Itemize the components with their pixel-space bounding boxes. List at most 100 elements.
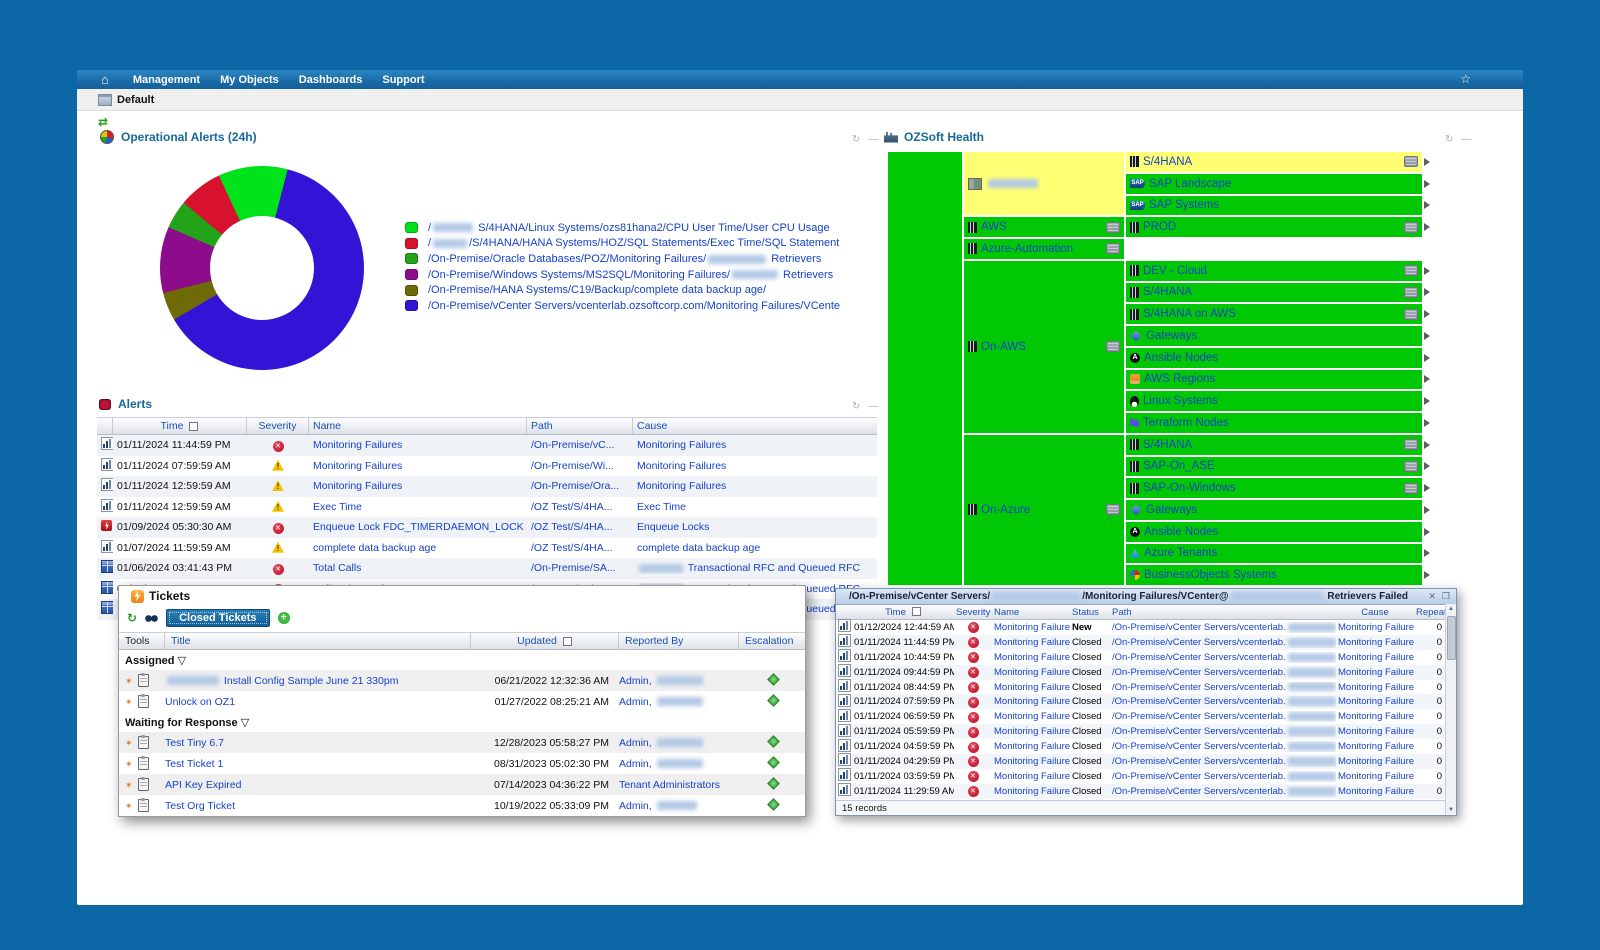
expand-arrow[interactable] bbox=[1424, 283, 1438, 303]
ticket-title[interactable]: Test Org Ticket bbox=[165, 800, 471, 812]
alert-name[interactable]: Monitoring Failures bbox=[309, 480, 527, 492]
priority-icon[interactable]: ✶ bbox=[125, 738, 133, 748]
alert-cause[interactable]: Monitoring Failures bbox=[1336, 741, 1414, 752]
maximize-icon[interactable]: ❒ bbox=[1442, 591, 1450, 602]
expand-arrow[interactable] bbox=[1424, 544, 1438, 564]
expand-arrow[interactable] bbox=[1424, 370, 1438, 390]
column-header-reported-by[interactable]: Reported By bbox=[619, 633, 739, 649]
alert-cause[interactable]: Exec Time bbox=[633, 501, 877, 513]
alert-row[interactable]: 01/09/2024 05:30:30 AM✕Enqueue Lock FDC_… bbox=[97, 517, 877, 538]
menu-icon[interactable] bbox=[1404, 156, 1418, 167]
alert-path[interactable]: /On-Premise/vCenter Servers/vcenterlab. bbox=[1110, 711, 1336, 722]
expand-arrow[interactable] bbox=[1424, 478, 1438, 498]
alert-cause[interactable]: Monitoring Failures bbox=[1336, 622, 1414, 633]
menu-icon[interactable] bbox=[1404, 483, 1418, 494]
expand-arrow[interactable] bbox=[1424, 457, 1438, 477]
health-cell-sap-systems[interactable]: SAPSAP Systems bbox=[1126, 196, 1422, 216]
popup-alert-row[interactable]: 01/11/2024 04:29:59 PM✕Monitoring Failur… bbox=[836, 754, 1448, 769]
nav-item-management[interactable]: Management bbox=[123, 74, 210, 86]
popup-alert-row[interactable]: 01/11/2024 06:59:59 PM✕Monitoring Failur… bbox=[836, 709, 1448, 724]
popup-alert-row[interactable]: 01/11/2024 08:44:59 PM✕Monitoring Failur… bbox=[836, 680, 1448, 695]
alert-path[interactable]: /On-Premise/vCenter Servers/vcenterlab. bbox=[1110, 667, 1336, 678]
home-icon[interactable]: ⌂ bbox=[101, 71, 109, 88]
alert-cause[interactable]: Monitoring Failures bbox=[633, 480, 877, 492]
ticket-row[interactable]: ✶Test Org Ticket10/19/2022 05:33:09 PMAd… bbox=[119, 795, 805, 816]
ticket-row[interactable]: ✶Test Tiny 6.712/28/2023 05:58:27 PMAdmi… bbox=[119, 732, 805, 753]
alert-path[interactable]: /On-Premise/vCenter Servers/vcenterlab. bbox=[1110, 726, 1336, 737]
legend-label[interactable]: /On-Premise/Windows Systems/MS2SQL/Monit… bbox=[428, 269, 833, 281]
checkbox-icon[interactable] bbox=[189, 422, 198, 431]
panel-collapse-icon[interactable]: — bbox=[868, 134, 878, 145]
alert-cause[interactable]: Monitoring Failures bbox=[1336, 696, 1414, 707]
alert-name[interactable]: complete data backup age bbox=[309, 542, 527, 554]
view-name[interactable]: Default bbox=[117, 94, 154, 106]
alert-row[interactable]: 01/11/2024 12:59:59 AM!Monitoring Failur… bbox=[97, 476, 877, 497]
refresh-icon[interactable]: ↻ bbox=[127, 611, 137, 625]
alert-name[interactable]: Monitoring Failures bbox=[309, 460, 527, 472]
expand-arrow[interactable] bbox=[1424, 152, 1438, 172]
panel-refresh-icon[interactable]: ↻ bbox=[852, 401, 860, 412]
ticket-group-label[interactable]: Waiting for Response ▽ bbox=[119, 712, 805, 732]
priority-icon[interactable]: ✶ bbox=[125, 780, 133, 790]
alert-row[interactable]: 01/11/2024 07:59:59 AM!Monitoring Failur… bbox=[97, 456, 877, 477]
column-header-name[interactable]: Name bbox=[992, 607, 1070, 618]
expand-arrow[interactable] bbox=[1424, 304, 1438, 324]
menu-icon[interactable] bbox=[1404, 439, 1418, 450]
priority-icon[interactable]: ✶ bbox=[125, 676, 133, 686]
expand-arrow[interactable] bbox=[1424, 435, 1438, 455]
alert-path[interactable]: /On-Premise/vCenter Servers/vcenterlab. bbox=[1110, 786, 1336, 797]
priority-icon[interactable]: ✶ bbox=[125, 801, 133, 811]
alert-path[interactable]: /On-Premise/vC... bbox=[527, 439, 633, 451]
ticket-row[interactable]: ✶Test Ticket 108/31/2023 05:02:30 PMAdmi… bbox=[119, 753, 805, 774]
column-header-status[interactable]: Status bbox=[1070, 607, 1110, 618]
ticket-group-label[interactable]: Assigned ▽ bbox=[119, 650, 805, 670]
alert-path[interactable]: /On-Premise/vCenter Servers/vcenterlab. bbox=[1110, 682, 1336, 693]
expand-arrow[interactable] bbox=[1424, 565, 1438, 585]
ticket-row[interactable]: ✶Unlock on OZ101/27/2022 08:25:21 AMAdmi… bbox=[119, 691, 805, 712]
expand-arrow[interactable] bbox=[1424, 261, 1438, 281]
alert-name[interactable]: Monitoring Failures bbox=[992, 741, 1070, 752]
alert-name[interactable]: Total Calls bbox=[309, 562, 527, 574]
column-header-time[interactable]: Time bbox=[113, 418, 247, 434]
alert-name[interactable]: Monitoring Failures bbox=[992, 726, 1070, 737]
scroll-thumb[interactable] bbox=[1447, 616, 1456, 660]
scroll-down-icon[interactable]: ▼ bbox=[1446, 805, 1456, 815]
health-cell-gateways[interactable]: Gateways bbox=[1126, 326, 1422, 346]
checkbox-icon[interactable] bbox=[912, 607, 921, 616]
health-cell-gateways[interactable]: Gateways bbox=[1126, 500, 1422, 520]
health-cell-on-azure[interactable]: On-Azure bbox=[964, 435, 1124, 585]
alert-row[interactable]: 01/06/2024 03:41:43 PM✕Total Calls/On-Pr… bbox=[97, 558, 877, 579]
expand-arrow[interactable] bbox=[1424, 391, 1438, 411]
menu-icon[interactable] bbox=[1404, 309, 1418, 320]
alert-row[interactable]: 01/11/2024 11:44:59 PM✕Monitoring Failur… bbox=[97, 435, 877, 456]
alert-name[interactable]: Monitoring Failures bbox=[992, 771, 1070, 782]
priority-icon[interactable]: ✶ bbox=[125, 697, 133, 707]
alert-path[interactable]: /On-Premise/vCenter Servers/vcenterlab. bbox=[1110, 622, 1336, 633]
clipboard-icon[interactable] bbox=[138, 799, 149, 812]
alert-cause[interactable]: Monitoring Failures bbox=[1336, 667, 1414, 678]
expand-arrow[interactable] bbox=[1424, 196, 1438, 216]
alert-name[interactable]: Monitoring Failures bbox=[992, 711, 1070, 722]
alert-cause[interactable]: Monitoring Failures bbox=[1336, 756, 1414, 767]
column-header-path[interactable]: Path bbox=[527, 418, 633, 434]
health-cell-ansible-nodes[interactable]: AAnsible Nodes bbox=[1126, 348, 1422, 368]
column-header-cause[interactable]: Cause bbox=[633, 418, 877, 434]
alert-cause[interactable]: Monitoring Failures bbox=[1336, 637, 1414, 648]
alert-path[interactable]: /On-Premise/SA... bbox=[527, 562, 633, 574]
star-icon[interactable]: ☆ bbox=[1460, 72, 1471, 86]
nav-item-dashboards[interactable]: Dashboards bbox=[289, 74, 373, 86]
health-cell-aws[interactable]: AWS bbox=[964, 217, 1124, 237]
legend-label[interactable]: //S/4HANA/HANA Systems/HOZ/SQL Statement… bbox=[428, 237, 839, 249]
alert-cause[interactable]: Monitoring Failures bbox=[1336, 711, 1414, 722]
clipboard-icon[interactable] bbox=[138, 674, 149, 687]
clipboard-icon[interactable] bbox=[138, 736, 149, 749]
alert-cause[interactable]: Monitoring Failures bbox=[633, 439, 877, 451]
health-cell-businessobjects-systems[interactable]: BusinessObjects Systems bbox=[1126, 565, 1422, 585]
health-cell-on-aws[interactable]: On-AWS bbox=[964, 261, 1124, 433]
expand-arrow[interactable] bbox=[1424, 413, 1438, 433]
health-cell-sap-landscape[interactable]: SAPSAP Landscape bbox=[1126, 174, 1422, 194]
search-binoculars-icon[interactable] bbox=[145, 614, 158, 623]
alert-name[interactable]: Monitoring Failures bbox=[992, 756, 1070, 767]
popup-alert-row[interactable]: 01/11/2024 11:44:59 PM✕Monitoring Failur… bbox=[836, 635, 1448, 650]
alert-path[interactable]: /On-Premise/vCenter Servers/vcenterlab. bbox=[1110, 771, 1336, 782]
